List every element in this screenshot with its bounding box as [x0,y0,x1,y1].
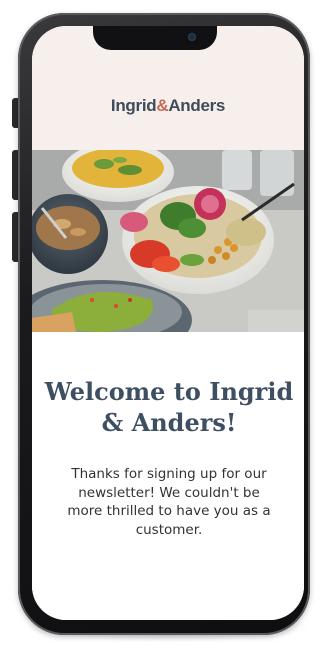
email-content: Welcome to Ingrid & Anders! Thanks for s… [32,332,304,620]
brand-name-first: Ingrid [110,96,157,115]
phone-notch [93,26,217,50]
brand-logo[interactable]: Ingrid&Anders [32,96,304,116]
brand-ampersand: & [156,96,169,115]
hero-food-image [32,150,304,332]
camera-icon [188,33,196,41]
food-bowls-icon [32,150,304,332]
welcome-headline: Welcome to Ingrid & Anders! [44,377,294,437]
welcome-body-text: Thanks for signing up for our newsletter… [67,466,271,538]
email-screen: Ingrid&Anders Welcome to Ingrid & Anders… [32,26,304,620]
mockup-stage: Ingrid&Anders Welcome to Ingrid & Anders… [0,0,312,650]
brand-name-second: Anders [168,96,226,115]
